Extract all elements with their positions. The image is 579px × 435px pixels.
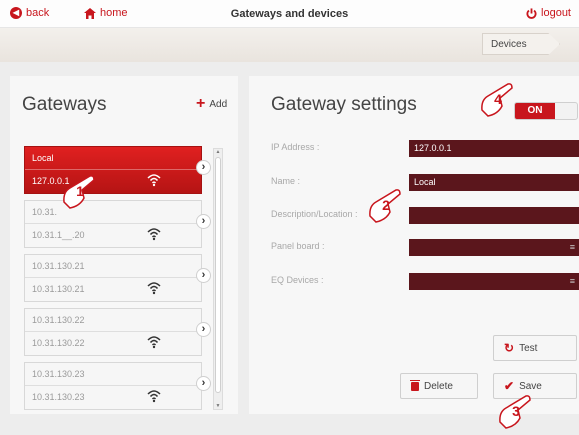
top-bar: ◀ back home Gateways and devices logout xyxy=(0,0,579,28)
gateway-name: Local xyxy=(32,153,54,163)
gateway-list-scrollbar[interactable]: ▲ ▼ xyxy=(213,148,223,410)
plus-icon: + xyxy=(196,95,206,112)
callout-marker-4: 4 xyxy=(478,80,518,120)
scroll-down-icon[interactable]: ▼ xyxy=(215,403,221,409)
wifi-icon xyxy=(147,336,161,349)
callout-number: 2 xyxy=(382,197,390,213)
eq-devices-select[interactable]: ≡ xyxy=(409,273,579,290)
scroll-up-icon[interactable]: ▲ xyxy=(215,149,221,155)
divider xyxy=(25,385,201,386)
add-label: Add xyxy=(209,98,228,110)
chevron-right-icon[interactable]: › xyxy=(196,376,211,391)
page-title: Gateways and devices xyxy=(230,8,349,20)
callout-number: 3 xyxy=(512,403,520,419)
delete-label: Delete xyxy=(424,380,453,392)
checkmark-icon: ✔ xyxy=(504,379,515,393)
gateway-item[interactable]: 10.31. 10.31.1__.20 › xyxy=(24,200,211,248)
add-gateway-button[interactable]: + Add xyxy=(196,95,228,112)
gateway-name: 10.31.130.22 xyxy=(32,315,85,325)
test-label: Test xyxy=(519,342,538,354)
gateway-address: 10.31.130.23 xyxy=(32,392,85,402)
chevron-right-icon[interactable]: › xyxy=(196,322,211,337)
logout-button[interactable]: logout xyxy=(526,7,571,19)
gateway-settings-panel: Gateway settings ON IP Address : 127.0.0… xyxy=(249,76,579,414)
description-label: Description/Location : xyxy=(271,209,358,219)
gateways-panel: Gateways + Add Local 127.0.0.1 › 10.31. xyxy=(10,76,238,414)
gateway-item[interactable]: 10.31.130.22 10.31.130.22 › xyxy=(24,308,211,356)
gateway-enable-toggle[interactable]: ON xyxy=(514,102,578,120)
ip-address-field[interactable]: 127.0.0.1 xyxy=(409,140,579,157)
gateway-address: 10.31.1__.20 xyxy=(32,230,85,240)
breadcrumb-devices[interactable]: Devices xyxy=(482,33,560,55)
breadcrumb-bar: Devices xyxy=(0,28,579,62)
name-label: Name : xyxy=(271,176,301,186)
gateway-address: 10.31.130.22 xyxy=(32,338,85,348)
divider xyxy=(25,169,201,170)
wifi-icon xyxy=(147,390,161,403)
callout-marker-1: 1 xyxy=(60,172,100,212)
callout-number: 4 xyxy=(494,91,502,107)
panel-board-label: Panel board : xyxy=(271,241,325,251)
chevron-right-icon[interactable]: › xyxy=(196,214,211,229)
callout-marker-3: 3 xyxy=(496,392,536,432)
delete-button[interactable]: Delete xyxy=(400,373,478,399)
gateways-title: Gateways xyxy=(22,94,107,115)
chevron-right-icon[interactable]: › xyxy=(196,268,211,283)
wifi-icon xyxy=(147,174,161,187)
gateway-name: 10.31.130.23 xyxy=(32,369,85,379)
panel-board-select[interactable]: ≡ xyxy=(409,239,579,256)
description-field[interactable] xyxy=(409,207,579,224)
toggle-on-label: ON xyxy=(515,103,555,119)
gateway-name: 10.31.130.21 xyxy=(32,261,85,271)
gateway-address: 10.31.130.21 xyxy=(32,284,85,294)
test-button[interactable]: ↻ Test xyxy=(493,335,577,361)
callout-marker-2: 2 xyxy=(366,186,406,226)
menu-icon: ≡ xyxy=(569,242,575,252)
ip-address-label: IP Address : xyxy=(271,142,320,152)
divider xyxy=(25,277,201,278)
eq-devices-label: EQ Devices : xyxy=(271,275,324,285)
gateway-name: 10.31. xyxy=(32,207,58,217)
wifi-icon xyxy=(147,282,161,295)
gateway-item[interactable]: 10.31.130.23 10.31.130.23 › xyxy=(24,362,211,410)
menu-icon: ≡ xyxy=(569,276,575,286)
power-icon xyxy=(526,7,537,19)
chevron-right-icon[interactable]: › xyxy=(196,160,211,175)
wifi-icon xyxy=(147,228,161,241)
logout-label: logout xyxy=(541,7,571,19)
save-label: Save xyxy=(519,380,542,392)
refresh-icon: ↻ xyxy=(504,341,515,355)
scrollbar-thumb[interactable] xyxy=(215,157,221,393)
divider xyxy=(25,223,201,224)
gateway-item-local[interactable]: Local 127.0.0.1 › xyxy=(24,146,211,194)
divider xyxy=(25,331,201,332)
trash-icon xyxy=(410,379,420,391)
name-field[interactable]: Local xyxy=(409,174,579,191)
callout-number: 1 xyxy=(76,183,84,199)
gateway-item[interactable]: 10.31.130.21 10.31.130.21 › xyxy=(24,254,211,302)
gateway-list: Local 127.0.0.1 › 10.31. 10.31.1__.20 › … xyxy=(24,146,214,411)
settings-title: Gateway settings xyxy=(271,94,417,115)
